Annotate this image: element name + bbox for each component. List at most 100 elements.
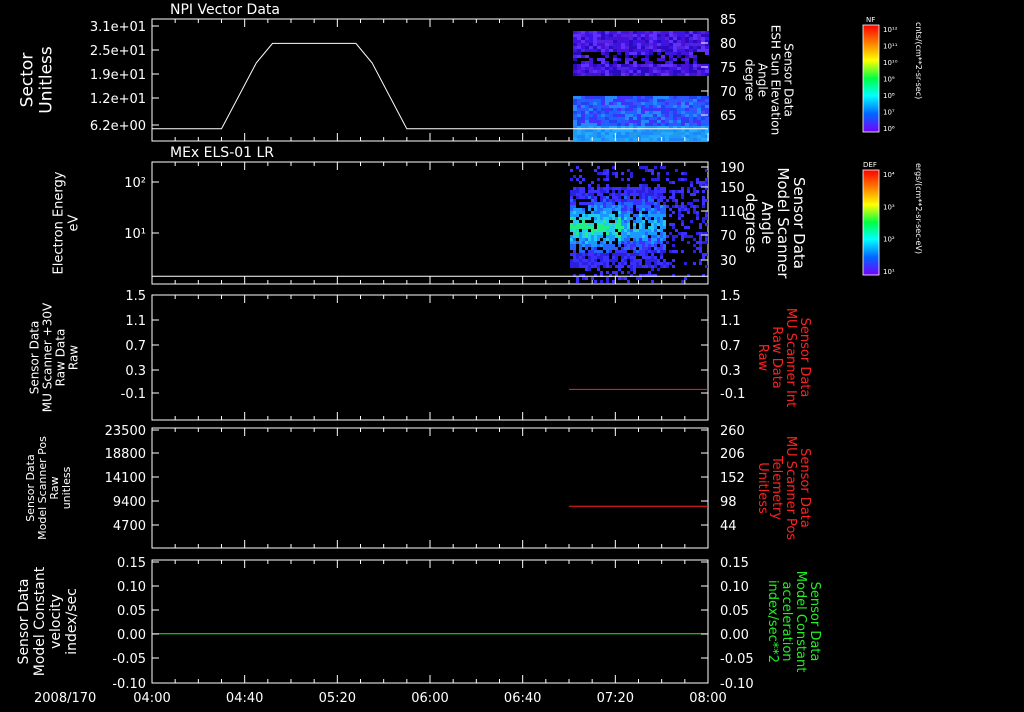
heatmap-cell: [618, 268, 621, 271]
heatmap-cell: [672, 259, 675, 262]
axis-label-line: Unitless: [37, 46, 57, 114]
heatmap-cell: [636, 244, 639, 247]
heatmap-cell: [637, 129, 641, 132]
heatmap-cell: [582, 229, 585, 232]
heatmap-cell: [645, 46, 649, 49]
heatmap-cell: [603, 247, 606, 250]
heatmap-cell: [681, 73, 685, 76]
heatmap-cell: [615, 250, 618, 253]
heatmap-cell: [661, 64, 665, 67]
heatmap-cell: [681, 46, 685, 49]
heatmap-cell: [701, 135, 705, 138]
heatmap-cell: [576, 208, 579, 211]
heatmap-cell: [701, 55, 705, 58]
colorbar-units: cnts/(cm**2-sr-sec): [914, 22, 923, 99]
heatmap-cell: [577, 73, 581, 76]
right-axis-label: Sensor DataMU Scanner PosTelemetryUnitle…: [755, 436, 812, 541]
heatmap-cell: [669, 40, 673, 43]
heatmap-cell: [641, 43, 645, 46]
heatmap-cell: [577, 67, 581, 70]
heatmap-cell: [654, 226, 657, 229]
heatmap-cell: [648, 229, 651, 232]
heatmap-cell: [603, 217, 606, 220]
heatmap-cell: [642, 178, 645, 181]
colorbar-tick: 10⁷: [883, 109, 895, 117]
heatmap-cell: [657, 114, 661, 117]
axis-label-line: Sensor Data: [807, 582, 822, 662]
heatmap-cell: [673, 34, 677, 37]
heatmap-cell: [613, 43, 617, 46]
heatmap-cell: [657, 187, 660, 190]
heatmap-cell: [649, 111, 653, 114]
heatmap-cell: [573, 117, 577, 120]
heatmap-cell: [673, 99, 677, 102]
heatmap-cell: [589, 96, 593, 99]
heatmap-cell: [617, 37, 621, 40]
heatmap-cell: [609, 114, 613, 117]
heatmap-cell: [693, 190, 696, 193]
heatmap-cell: [629, 114, 633, 117]
heatmap-cell: [637, 40, 641, 43]
heatmap-cell: [629, 129, 633, 132]
heatmap-cell: [581, 123, 585, 126]
x-minor-ticks: [151, 428, 709, 548]
heatmap-cell: [641, 67, 645, 70]
heatmap-cell: [603, 208, 606, 211]
heatmap-cell: [577, 52, 581, 55]
heatmap-cell: [609, 40, 613, 43]
heatmap-cell: [651, 256, 654, 259]
heatmap-cell: [648, 256, 651, 259]
panel-mu-scanner-30v: 1.51.10.70.3-0.1 1.51.10.70.3-0.1 Sensor…: [28, 289, 812, 421]
heatmap-cell: [579, 202, 582, 205]
heatmap-cell: [645, 217, 648, 220]
heatmap-cell: [669, 190, 672, 193]
heatmap-cell: [677, 43, 681, 46]
heatmap-cell: [645, 199, 648, 202]
axis-label-line: Raw Data: [54, 329, 68, 387]
heatmap-cell: [657, 172, 660, 175]
heatmap-cell: [617, 58, 621, 61]
heatmap-cell: [597, 67, 601, 70]
heatmap-cell: [630, 265, 633, 268]
heatmap-cell: [597, 43, 601, 46]
heatmap-cell: [606, 265, 609, 268]
heatmap-cell: [594, 256, 597, 259]
heatmap-cell: [579, 235, 582, 238]
heatmap-cell: [654, 193, 657, 196]
heatmap-cell: [681, 132, 685, 135]
heatmap-cell: [593, 64, 597, 67]
heatmap-cell: [661, 117, 665, 120]
heatmap-cell: [605, 61, 609, 64]
heatmap-cell: [609, 49, 613, 52]
heatmap-cell: [577, 61, 581, 64]
heatmap-cell: [589, 123, 593, 126]
heatmap-cell: [601, 99, 605, 102]
heatmap-cell: [673, 70, 677, 73]
heatmap-cell: [624, 262, 627, 265]
heatmap-cell: [681, 108, 685, 111]
heatmap-cell: [685, 102, 689, 105]
heatmap-cell: [627, 202, 630, 205]
heatmap-cell: [677, 73, 681, 76]
heatmap-cell: [697, 46, 701, 49]
heatmap-cell: [609, 247, 612, 250]
heatmap-cell: [613, 105, 617, 108]
heatmap-cell: [672, 244, 675, 247]
heatmap-cell: [624, 196, 627, 199]
tick-label: 206: [720, 447, 745, 462]
heatmap-cell: [693, 102, 697, 105]
heatmap-cell: [693, 108, 697, 111]
heatmap-cell: [577, 105, 581, 108]
heatmap-cell: [657, 132, 661, 135]
heatmap-cell: [612, 166, 615, 169]
heatmap-cell: [663, 196, 666, 199]
heatmap-cell: [577, 40, 581, 43]
heatmap-cell: [577, 46, 581, 49]
heatmap-cell: [617, 52, 621, 55]
heatmap-cell: [591, 253, 594, 256]
heatmap-cell: [630, 262, 633, 265]
heatmap-cell: [603, 259, 606, 262]
heatmap-cell: [582, 232, 585, 235]
heatmap-cell: [609, 238, 612, 241]
heatmap-cell: [585, 58, 589, 61]
